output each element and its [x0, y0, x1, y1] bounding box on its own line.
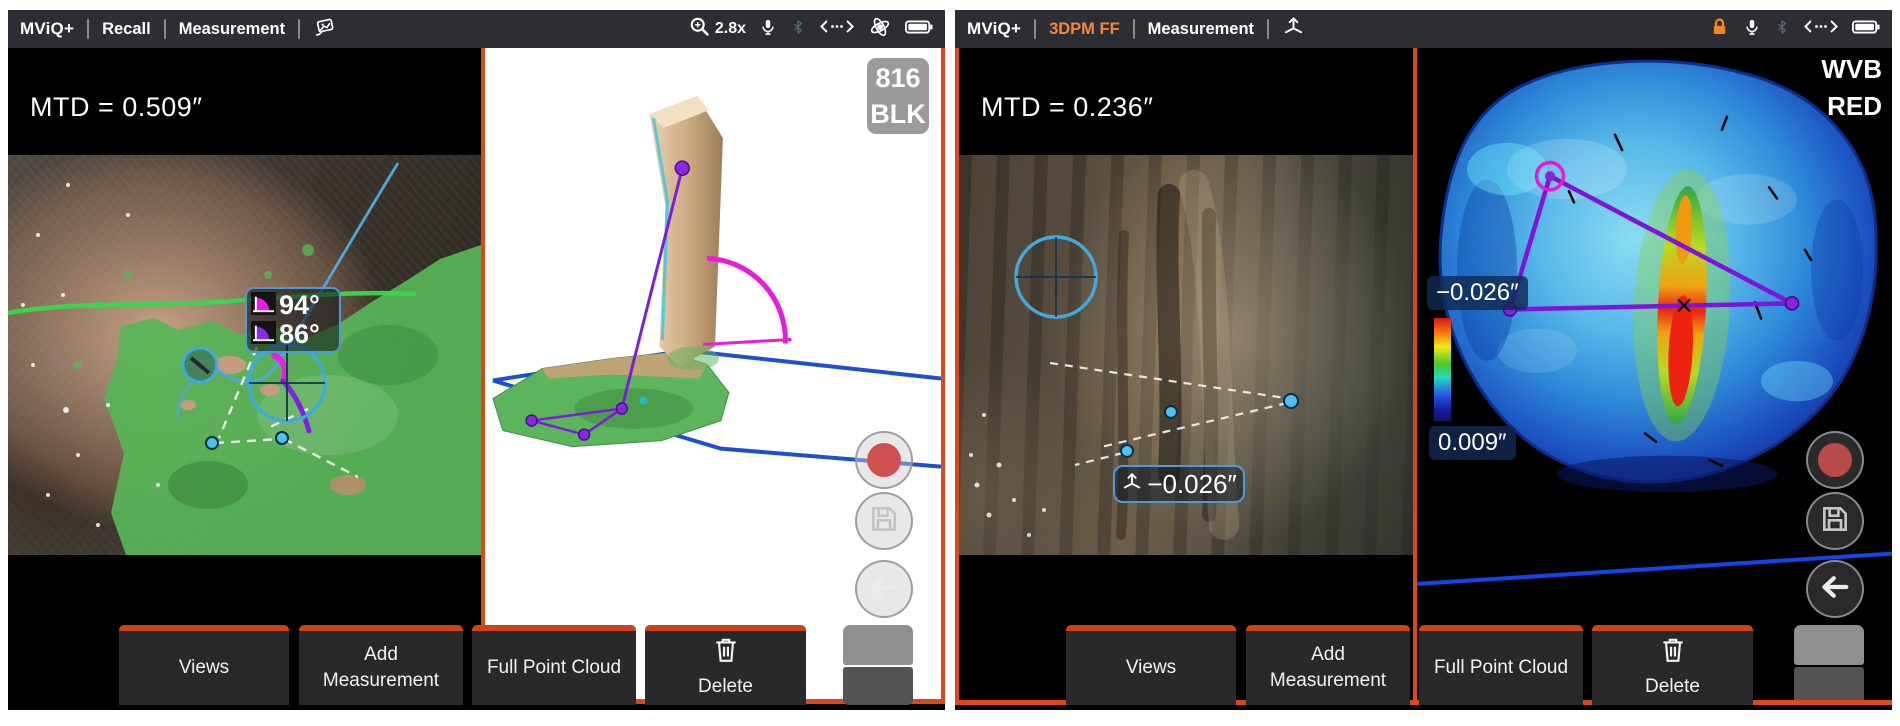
full-point-cloud-button[interactable]: Full Point Cloud	[1419, 625, 1583, 705]
battery-icon	[1852, 19, 1880, 40]
usb-arrows-icon	[819, 18, 855, 40]
depth-plane-icon	[1121, 469, 1143, 500]
depth-plane-icon[interactable]	[1282, 15, 1305, 43]
record-dot	[867, 443, 901, 477]
scroll-thumb[interactable]	[843, 625, 913, 665]
views-button[interactable]: Views	[1066, 625, 1236, 705]
floppy-save-icon	[1819, 503, 1851, 540]
views-button[interactable]: Views	[119, 625, 289, 705]
menu-item-3dpm-ff[interactable]: 3DPM FF	[1049, 20, 1120, 39]
menu-item-measurement[interactable]: Measurement	[1148, 20, 1254, 39]
zoom-scroll-control[interactable]	[843, 625, 913, 705]
scroll-track[interactable]	[843, 667, 913, 705]
microphone-icon	[759, 17, 777, 42]
back-button[interactable]	[1806, 560, 1864, 618]
menu-divider	[87, 19, 89, 39]
scanned-surface	[493, 96, 729, 447]
add-measurement-button[interactable]: Add Measurement	[1246, 625, 1410, 705]
add-measurement-button[interactable]: Add Measurement	[299, 625, 463, 705]
delete-button[interactable]: Delete	[645, 625, 806, 705]
view-mode-tag-wvb[interactable]: WVB	[1821, 54, 1882, 85]
brand-label[interactable]: MViQ+	[967, 19, 1021, 39]
view-mode-tag-red[interactable]: RED	[1827, 91, 1882, 122]
depth-colorbar	[1434, 318, 1451, 421]
record-dot	[1818, 443, 1852, 477]
record-button[interactable]	[1806, 431, 1864, 489]
gyro-orbit-icon	[868, 16, 892, 43]
point-cloud-view[interactable]: 816 BLK	[481, 48, 945, 704]
floppy-save-icon	[868, 503, 900, 540]
back-arrow-icon	[869, 572, 899, 607]
record-button[interactable]	[855, 431, 913, 489]
back-button[interactable]	[855, 560, 913, 618]
point-marker[interactable]	[183, 348, 217, 382]
brand-label[interactable]: MViQ+	[20, 19, 74, 39]
depth-measurement-label[interactable]: −0.026″	[1113, 465, 1245, 503]
view-chip-line1: 816	[867, 60, 929, 96]
zoom-scroll-control[interactable]	[1794, 625, 1864, 705]
menu-item-recall[interactable]: Recall	[102, 20, 151, 39]
crosshair-cursor[interactable]	[1016, 237, 1096, 317]
dual-screen-stage: MViQ+ Recall Measurement 2.8x	[0, 0, 1900, 726]
menu-divider	[1267, 19, 1269, 39]
live-image-pane: MTD = 0.509″	[8, 48, 481, 710]
recalled-image-icon[interactable]	[313, 16, 337, 43]
angle-value: 94°	[279, 292, 320, 319]
angle-measurement-label[interactable]: 94° 86°	[245, 287, 341, 353]
bluetooth-icon	[1774, 17, 1790, 42]
image-view-chip[interactable]: 816 BLK	[867, 58, 929, 134]
usb-arrows-icon	[1803, 18, 1839, 40]
top-bar: MViQ+ 3DPM FF Measurement	[955, 10, 1892, 48]
crosshair-cursor[interactable]	[249, 345, 325, 421]
debris-speckles	[969, 413, 1046, 537]
view-chip-line2: BLK	[867, 96, 929, 132]
live-image-pane: MTD = 0.236″	[959, 48, 1413, 710]
live-inspection-image[interactable]	[8, 155, 481, 555]
depth-scale-min: 0.009″	[1429, 426, 1516, 460]
green-profile-line	[8, 293, 416, 313]
bluetooth-icon	[790, 17, 806, 42]
angle-wedge-violet-icon	[251, 321, 276, 349]
menu-divider	[1133, 19, 1135, 39]
menu-divider	[1034, 19, 1036, 39]
right-screen: MViQ+ 3DPM FF Measurement MTD = 0.236″	[955, 10, 1892, 710]
lock-icon	[1709, 16, 1730, 43]
depth-value: −0.026″	[1147, 469, 1236, 500]
trash-icon	[1660, 636, 1686, 672]
menu-item-measurement[interactable]: Measurement	[179, 20, 285, 39]
zoom-level-value: 2.8x	[715, 20, 746, 38]
battery-icon	[905, 19, 933, 40]
delete-button[interactable]: Delete	[1592, 625, 1753, 705]
angle-value: 86°	[279, 321, 320, 348]
menu-divider	[164, 19, 166, 39]
left-screen: MViQ+ Recall Measurement 2.8x	[8, 10, 945, 710]
magnifier-plus-icon	[689, 16, 710, 42]
active-frame-left	[955, 48, 959, 705]
back-arrow-icon	[1820, 572, 1850, 607]
angle-wedge-magenta-icon	[251, 292, 276, 320]
menu-divider	[298, 19, 300, 39]
zoom-indicator[interactable]: 2.8x	[689, 16, 746, 42]
depth-map-view[interactable]: WVB RED −0.026″ 0.009″	[1413, 48, 1892, 704]
scroll-thumb[interactable]	[1794, 625, 1864, 665]
full-point-cloud-button[interactable]: Full Point Cloud	[472, 625, 636, 705]
save-button[interactable]	[1806, 492, 1864, 550]
mtd-readout: MTD = 0.236″	[981, 92, 1153, 123]
depth-scale-max: −0.026″	[1427, 276, 1528, 310]
microphone-icon	[1743, 17, 1761, 42]
top-bar: MViQ+ Recall Measurement 2.8x	[8, 10, 945, 48]
trash-icon	[713, 636, 739, 672]
save-button[interactable]	[855, 492, 913, 550]
mtd-readout: MTD = 0.509″	[30, 92, 202, 123]
